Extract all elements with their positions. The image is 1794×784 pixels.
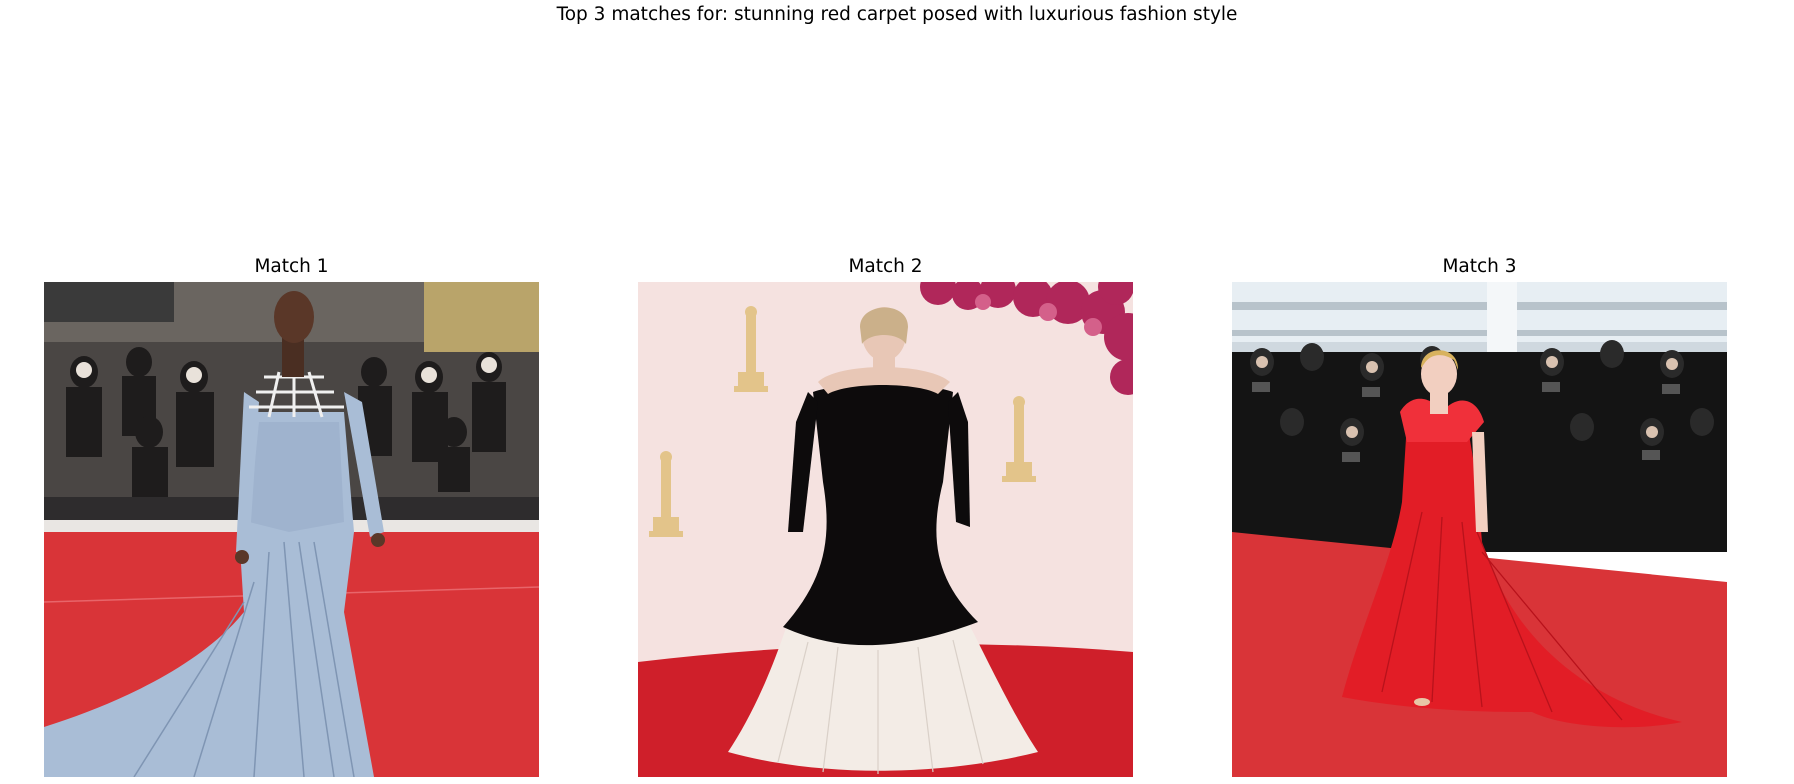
match-title-3: Match 3 xyxy=(1442,256,1517,277)
match-image-1 xyxy=(44,282,539,777)
match-image-3 xyxy=(1232,282,1727,777)
match-title-2: Match 2 xyxy=(848,256,923,277)
match-image-2 xyxy=(638,282,1133,777)
figure-title: Top 3 matches for: stunning red carpet p… xyxy=(556,4,1238,25)
match-title-1: Match 1 xyxy=(254,256,329,277)
